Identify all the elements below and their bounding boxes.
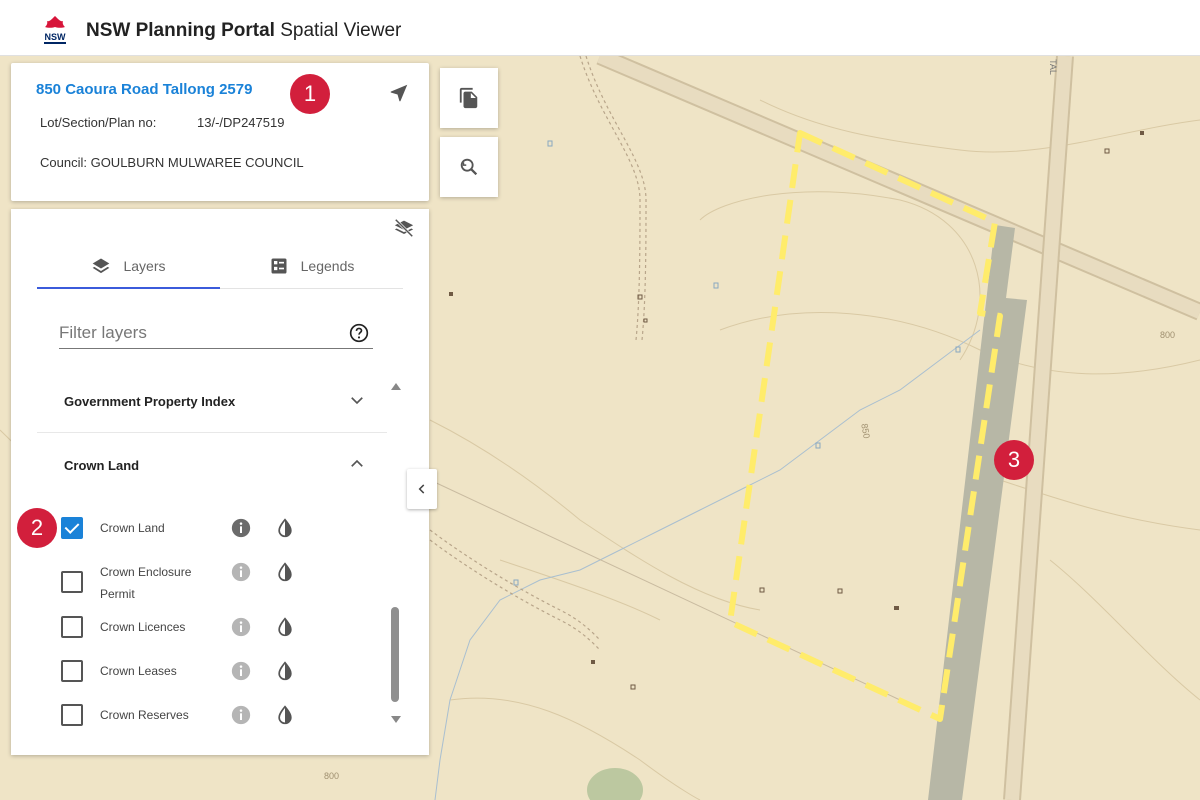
group-title: Government Property Index [64, 394, 236, 409]
group-government-property-index[interactable]: Government Property Index [37, 369, 387, 433]
tab-legends-label: Legends [300, 258, 355, 274]
crown-reserves-checkbox[interactable] [61, 704, 83, 726]
nsw-logo: NSW [44, 16, 67, 44]
collapse-panel-button[interactable] [407, 469, 437, 509]
callout-badge-1: 1 [290, 74, 330, 114]
zoom-search-button[interactable] [440, 137, 498, 197]
road-name-label: TAL [1047, 59, 1058, 75]
layer-row-crown-reserves: Crown Reserves [59, 704, 389, 744]
crown-licences-checkbox[interactable] [61, 616, 83, 638]
opacity-icon[interactable] [275, 661, 295, 681]
info-icon[interactable] [231, 705, 251, 725]
crown-leases-checkbox[interactable] [61, 660, 83, 682]
info-icon[interactable] [231, 661, 251, 681]
layer-label: Crown Leases [100, 664, 177, 678]
property-info-card: 850 Caoura Road Tallong 2579 Lot/Section… [11, 63, 429, 201]
group-crown-land[interactable]: Crown Land [37, 433, 387, 497]
layer-label: Crown Licences [100, 620, 186, 634]
chevron-left-icon [418, 484, 425, 494]
tab-layers-label: Layers [123, 258, 166, 274]
info-icon[interactable] [231, 617, 251, 637]
chevron-down-icon[interactable] [348, 391, 366, 409]
info-icon[interactable] [231, 562, 251, 582]
crown-enclosure-permit-checkbox[interactable] [61, 571, 83, 593]
help-icon[interactable] [349, 323, 369, 343]
filter-layers-input[interactable] [59, 321, 339, 345]
info-icon[interactable] [231, 518, 251, 538]
layers-icon [93, 258, 110, 274]
app-header: NSW NSW Planning Portal Spatial Viewer [0, 0, 1200, 56]
council-text: Council: GOULBURN MULWAREE COUNCIL [40, 155, 304, 170]
opacity-icon[interactable] [275, 705, 295, 725]
layer-label: Crown Enclosure Permit [100, 565, 192, 601]
filter-layers-field [59, 315, 373, 349]
group-title: Crown Land [64, 458, 140, 473]
watercourse-line [434, 329, 981, 800]
document-button[interactable] [440, 68, 498, 128]
layer-row-crown-licences: Crown Licences [59, 616, 389, 656]
lot-label: Lot/Section/Plan no: [40, 115, 157, 130]
scroll-up-arrow-icon[interactable] [390, 381, 402, 391]
contour-label: 800 [324, 771, 340, 781]
opacity-icon[interactable] [275, 562, 295, 582]
app-title-rest: Spatial Viewer [280, 20, 402, 41]
callout-badge-3: 3 [994, 440, 1034, 480]
opacity-icon[interactable] [275, 518, 295, 538]
opacity-icon[interactable] [275, 617, 295, 637]
lot-value: 13/-/DP247519 [197, 115, 285, 130]
svg-text:NSW: NSW [45, 32, 67, 42]
crown-land-checkbox[interactable] [61, 517, 83, 539]
legends-icon [271, 258, 287, 274]
property-address[interactable]: 850 Caoura Road Tallong 2579 [36, 81, 252, 98]
zoom-out-magnifier-icon [460, 158, 478, 176]
scroll-down-arrow-icon[interactable] [390, 715, 402, 725]
layer-row-crown-land: Crown Land [59, 517, 389, 557]
app-title: NSW Planning Portal Spatial Viewer [86, 20, 401, 42]
vegetation-patch [587, 768, 643, 800]
layer-row-crown-enclosure-permit: Crown Enclosure Permit [59, 561, 389, 601]
layer-label: Crown Land [100, 521, 165, 535]
document-icon [459, 87, 478, 109]
navigate-arrow-icon[interactable] [388, 82, 410, 104]
hide-layers-icon[interactable] [393, 217, 415, 239]
tab-layers[interactable]: Layers [37, 245, 220, 289]
panel-tabs: Layers Legends [37, 245, 403, 289]
layer-row-crown-leases: Crown Leases [59, 660, 389, 700]
layer-label: Crown Reserves [100, 708, 189, 722]
scrollbar-thumb[interactable] [391, 607, 399, 702]
callout-badge-2: 2 [17, 508, 57, 548]
layers-panel: Layers Legends Government Property Index [11, 209, 429, 755]
app-title-bold: NSW Planning Portal [86, 20, 275, 41]
chevron-up-icon[interactable] [348, 455, 366, 473]
contour-label: 800 [1160, 330, 1176, 340]
tab-legends[interactable]: Legends [220, 245, 403, 287]
